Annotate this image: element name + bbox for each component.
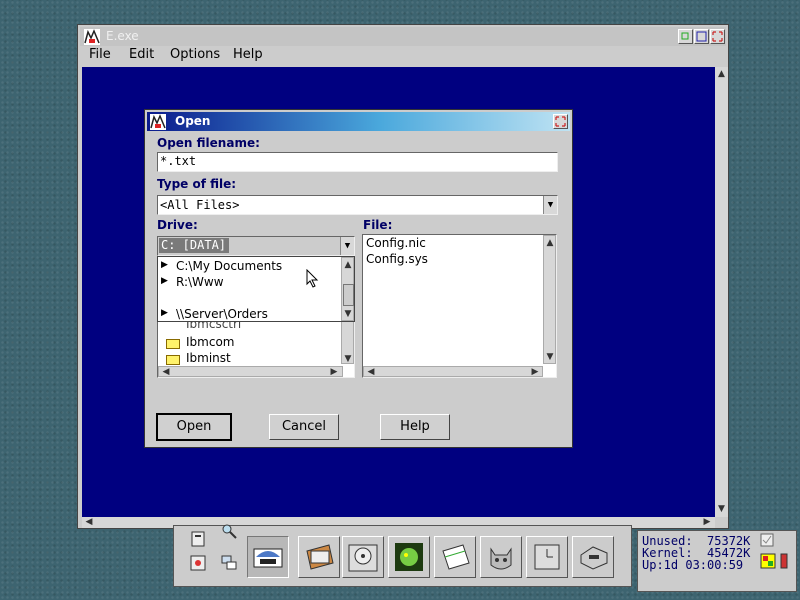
launchpad-button-shredder[interactable] bbox=[572, 536, 614, 578]
scroll-left-arrow-icon[interactable]: ◀ bbox=[366, 367, 376, 377]
scroll-left-arrow-icon[interactable]: ◀ bbox=[84, 517, 94, 527]
scroll-down-arrow-icon[interactable]: ▼ bbox=[343, 354, 353, 364]
cd-player-icon bbox=[348, 544, 378, 572]
find-icon[interactable] bbox=[220, 522, 238, 540]
file-list[interactable]: Config.nic Config.sys ▲ ▼ ◀ ▶ bbox=[362, 234, 557, 378]
title-bar[interactable]: E.exe bbox=[80, 27, 726, 46]
launchpad-button-drives[interactable] bbox=[298, 536, 340, 578]
scroll-thumb[interactable] bbox=[343, 284, 354, 306]
launchpad-button-cat[interactable] bbox=[480, 536, 522, 578]
drive-selected-value: C: [DATA] bbox=[159, 238, 229, 253]
window-title: E.exe bbox=[106, 29, 139, 43]
drives-icon bbox=[306, 544, 334, 570]
uptime: Up:1d 03:00:59 bbox=[642, 558, 744, 572]
vertical-scrollbar[interactable]: ▲ ▼ bbox=[715, 67, 728, 517]
launchpad bbox=[173, 522, 632, 587]
menu-help[interactable]: Help bbox=[233, 47, 263, 62]
drive-label: Drive: bbox=[157, 218, 198, 232]
checkbox-icon[interactable] bbox=[760, 533, 774, 547]
launchpad-button-desktop[interactable] bbox=[247, 536, 289, 578]
list-item[interactable]: Config.nic bbox=[366, 236, 426, 250]
pen-icon[interactable] bbox=[778, 553, 790, 569]
list-item[interactable]: Ibmcom bbox=[186, 335, 234, 349]
close-icon bbox=[555, 116, 566, 127]
file-hscroll[interactable]: ◀ ▶ bbox=[363, 366, 543, 377]
scroll-up-arrow-icon[interactable]: ▲ bbox=[545, 238, 555, 248]
scroll-right-arrow-icon[interactable]: ▶ bbox=[702, 517, 712, 527]
app-system-icon[interactable] bbox=[84, 29, 100, 45]
launchpad-button-clock[interactable] bbox=[526, 536, 568, 578]
file-label: File: bbox=[363, 218, 393, 232]
directory-hscroll[interactable]: ◀ ▶ bbox=[158, 366, 343, 377]
list-item[interactable]: Ibminst bbox=[186, 351, 231, 365]
menu-options[interactable]: Options bbox=[170, 47, 220, 62]
cat-icon bbox=[490, 547, 512, 570]
drive-option[interactable]: R:\Www bbox=[176, 275, 224, 289]
dropdown-vscroll[interactable]: ▲ ▼ bbox=[341, 257, 354, 321]
shredder-icon bbox=[580, 546, 608, 570]
dialog-title-bar[interactable]: Open bbox=[147, 112, 570, 131]
drive-option[interactable]: \\Server\Orders bbox=[176, 307, 268, 321]
menu-edit[interactable]: Edit bbox=[129, 47, 154, 62]
expand-arrow-icon: ▶ bbox=[161, 308, 168, 318]
filename-input[interactable]: *.txt bbox=[157, 152, 558, 172]
dialog-title: Open bbox=[175, 114, 211, 128]
minimize-icon bbox=[681, 32, 689, 40]
drive-dropdown-list[interactable]: ▶ C:\My Documents ▶ R:\Www ▶ \\Server\Or… bbox=[157, 256, 355, 322]
scroll-left-arrow-icon[interactable]: ◀ bbox=[161, 367, 171, 377]
launchpad-button-notes[interactable] bbox=[434, 536, 476, 578]
scroll-down-arrow-icon[interactable]: ▼ bbox=[716, 504, 727, 514]
game-icon bbox=[395, 543, 423, 571]
type-of-file-value: <All Files> bbox=[160, 198, 240, 212]
drive-combo[interactable]: C: [DATA] ▼ bbox=[157, 236, 355, 256]
desktop-icon bbox=[253, 548, 283, 568]
menu-bar: File Edit Options Help bbox=[80, 46, 726, 66]
expand-arrow-icon: ▶ bbox=[161, 276, 168, 286]
scroll-right-arrow-icon[interactable]: ▶ bbox=[530, 367, 540, 377]
open-dialog: Open Open filename: *.txt Type of file: … bbox=[144, 109, 573, 448]
drive-option[interactable]: C:\My Documents bbox=[176, 259, 282, 273]
chevron-down-icon[interactable]: ▼ bbox=[340, 237, 354, 255]
scroll-down-arrow-icon[interactable]: ▼ bbox=[343, 309, 353, 319]
launchpad-button-multimedia[interactable] bbox=[342, 536, 384, 578]
lockup-icon[interactable] bbox=[189, 554, 207, 572]
launchpad-button-game[interactable] bbox=[388, 536, 430, 578]
cancel-button[interactable]: Cancel bbox=[269, 414, 339, 440]
dialog-close-button[interactable] bbox=[553, 114, 568, 129]
scroll-up-arrow-icon[interactable]: ▲ bbox=[716, 69, 727, 79]
open-button[interactable]: Open bbox=[156, 413, 232, 441]
close-button[interactable] bbox=[710, 29, 725, 44]
list-item[interactable]: Config.sys bbox=[366, 252, 428, 266]
type-of-file-label: Type of file: bbox=[157, 177, 237, 191]
file-cabinet-icon[interactable] bbox=[189, 530, 207, 548]
close-icon bbox=[712, 31, 723, 42]
chevron-down-icon[interactable]: ▼ bbox=[543, 196, 557, 214]
folder-icon bbox=[166, 355, 180, 365]
filename-label: Open filename: bbox=[157, 136, 260, 150]
help-button[interactable]: Help bbox=[380, 414, 450, 440]
clock-icon bbox=[534, 544, 560, 570]
mouse-pointer-icon bbox=[306, 269, 319, 288]
type-of-file-combo[interactable]: <All Files> ▼ bbox=[157, 195, 558, 215]
minimize-button[interactable] bbox=[678, 29, 693, 44]
file-vscroll[interactable]: ▲ ▼ bbox=[543, 235, 556, 364]
scroll-up-arrow-icon[interactable]: ▲ bbox=[343, 260, 353, 270]
dialog-system-icon[interactable] bbox=[150, 114, 166, 130]
maximize-button[interactable] bbox=[694, 29, 709, 44]
folder-icon bbox=[166, 339, 180, 349]
menu-file[interactable]: File bbox=[89, 47, 111, 62]
expand-arrow-icon: ▶ bbox=[161, 260, 168, 270]
maximize-icon bbox=[696, 31, 707, 42]
notes-icon bbox=[442, 544, 470, 570]
scroll-down-arrow-icon[interactable]: ▼ bbox=[545, 352, 555, 362]
scroll-right-arrow-icon[interactable]: ▶ bbox=[329, 367, 339, 377]
window-list-icon[interactable] bbox=[220, 554, 238, 572]
flag-icon[interactable] bbox=[760, 553, 776, 569]
system-info-panel: Unused: 75372K Kernel: 45472K Up:1d 03:0… bbox=[637, 530, 797, 592]
